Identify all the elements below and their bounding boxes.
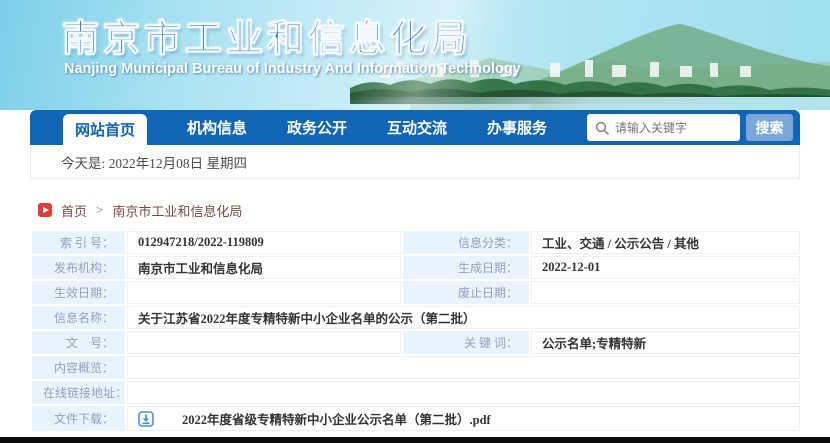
date-bar: 今天是: 2022年12月08日 星期四 bbox=[30, 145, 800, 179]
index-number-label: 索 引 号： bbox=[32, 231, 125, 254]
keywords-value: 公示名单;专精特新 bbox=[531, 331, 800, 354]
online-link-label: 在线链接地址： bbox=[32, 381, 125, 404]
download-file-link[interactable]: 2022年度省级专精特新中小企业公示名单（第二批）.pdf bbox=[182, 409, 491, 428]
content-summary-value bbox=[127, 356, 800, 379]
created-date-value: 2022-12-01 bbox=[531, 256, 800, 279]
keywords-label: 关 键 词： bbox=[403, 331, 529, 354]
publisher-label: 发布机构： bbox=[32, 256, 125, 279]
table-row: 在线链接地址： bbox=[32, 381, 800, 404]
breadcrumb-separator: > bbox=[96, 202, 104, 217]
table-row: 发布机构： 南京市工业和信息化局 生成日期： 2022-12-01 bbox=[32, 256, 800, 279]
bottom-edge-bar bbox=[0, 437, 830, 443]
tab-services[interactable]: 办事服务 bbox=[487, 117, 547, 138]
doc-number-value bbox=[127, 331, 401, 354]
breadcrumb-current: 南京市工业和信息化局 bbox=[112, 203, 243, 219]
expiry-date-label: 废止日期： bbox=[403, 281, 529, 304]
table-row: 信息名称： 关于江苏省2022年度专精特新中小企业名单的公示（第二批） bbox=[32, 306, 800, 329]
info-name-value: 关于江苏省2022年度专精特新中小企业名单的公示（第二批） bbox=[127, 306, 800, 329]
table-row: 文件下载： 2022年度省级专精特新中小企业公示名单（第二批）.pdf bbox=[32, 406, 800, 431]
search-button[interactable]: 搜索 bbox=[746, 114, 793, 141]
search-icon bbox=[595, 121, 609, 135]
search-box bbox=[587, 114, 740, 141]
tab-interaction[interactable]: 互动交流 bbox=[387, 117, 447, 138]
breadcrumb-play-icon bbox=[38, 203, 52, 217]
nav-shell: 网站首页 机构信息 政务公开 互动交流 办事服务 搜索 今天是: 2022年12… bbox=[30, 110, 800, 179]
doc-number-label: 文 号： bbox=[32, 331, 125, 354]
search-area: 搜索 bbox=[587, 114, 793, 141]
publisher-value: 南京市工业和信息化局 bbox=[127, 256, 401, 279]
site-banner: 南京市工业和信息化局 Nanjing Municipal Bureau of I… bbox=[0, 0, 830, 110]
index-number-value: 012947218/2022-119809 bbox=[127, 231, 401, 254]
info-category-value: 工业、交通 / 公示公告 / 其他 bbox=[531, 231, 800, 254]
effective-date-value bbox=[127, 281, 401, 304]
table-row: 索 引 号： 012947218/2022-119809 信息分类： 工业、交通… bbox=[32, 231, 800, 254]
today-date-text: 今天是: 2022年12月08日 星期四 bbox=[61, 155, 248, 171]
created-date-label: 生成日期： bbox=[403, 256, 529, 279]
breadcrumb-home-link[interactable]: 首页 bbox=[61, 201, 87, 220]
site-title: 南京市工业和信息化局 bbox=[62, 18, 472, 60]
content-summary-label: 内容概览： bbox=[32, 356, 125, 379]
info-category-label: 信息分类： bbox=[403, 231, 529, 254]
file-download-cell: 2022年度省级专精特新中小企业公示名单（第二批）.pdf bbox=[127, 406, 800, 431]
tab-home[interactable]: 网站首页 bbox=[63, 114, 147, 145]
site-subtitle: Nanjing Municipal Bureau of Industry And… bbox=[64, 61, 521, 77]
info-name-label: 信息名称： bbox=[32, 306, 125, 329]
file-download-label: 文件下载： bbox=[32, 406, 125, 431]
expiry-date-value bbox=[531, 281, 800, 304]
table-row: 内容概览： bbox=[32, 356, 800, 379]
table-row: 生效日期： 废止日期： bbox=[32, 281, 800, 304]
effective-date-label: 生效日期： bbox=[32, 281, 125, 304]
download-icon[interactable] bbox=[138, 410, 154, 427]
document-metadata-table: 索 引 号： 012947218/2022-119809 信息分类： 工业、交通… bbox=[30, 229, 802, 433]
search-input[interactable] bbox=[615, 120, 740, 135]
breadcrumb: 首页 > 南京市工业和信息化局 bbox=[38, 200, 242, 220]
online-link-value bbox=[127, 381, 800, 404]
main-nav: 网站首页 机构信息 政务公开 互动交流 办事服务 搜索 bbox=[30, 110, 800, 145]
tab-organization-info[interactable]: 机构信息 bbox=[187, 117, 247, 138]
table-row: 文 号： 关 键 词： 公示名单;专精特新 bbox=[32, 331, 800, 354]
tab-government-disclosure[interactable]: 政务公开 bbox=[287, 117, 347, 138]
